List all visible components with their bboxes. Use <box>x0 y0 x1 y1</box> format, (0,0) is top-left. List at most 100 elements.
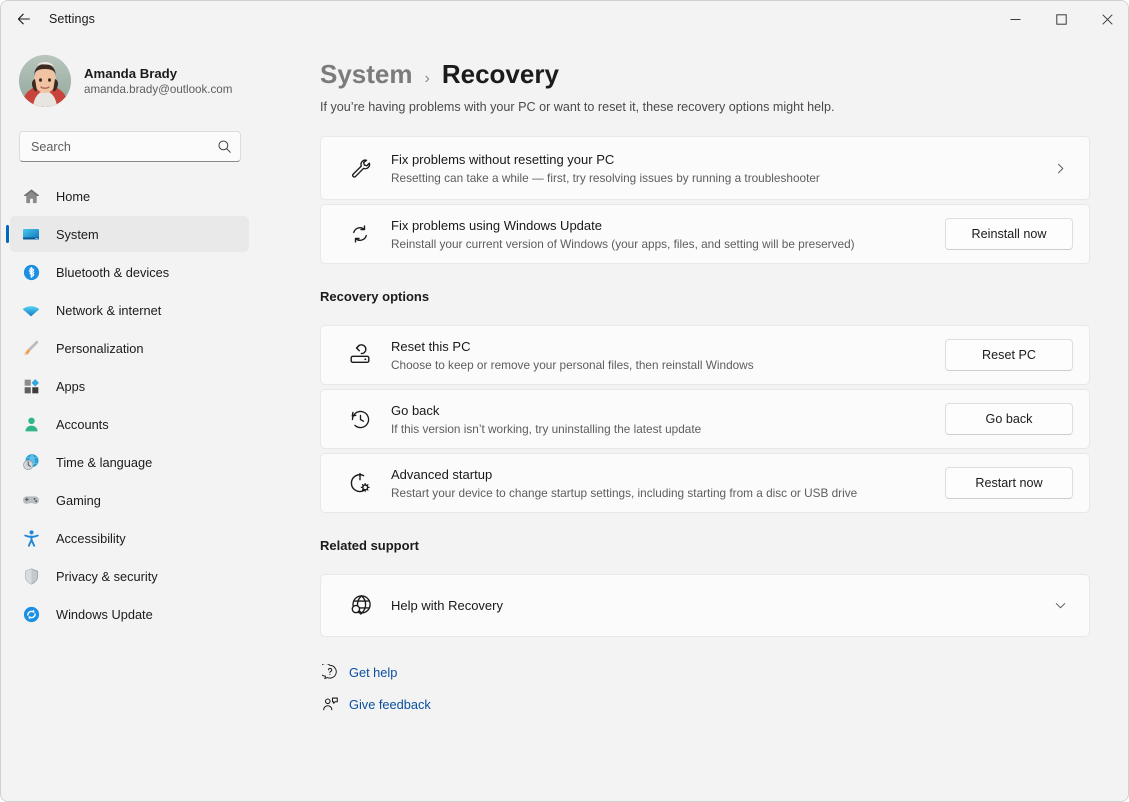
card-text: Help with Recovery <box>391 585 1054 627</box>
settings-window: Settings <box>0 0 1129 802</box>
card-title: Advanced startup <box>391 465 945 484</box>
sidebar-item-home[interactable]: Home <box>10 178 249 214</box>
card-help-with-recovery[interactable]: Help with Recovery <box>320 574 1090 637</box>
reset-pc-icon <box>343 343 377 367</box>
reset-pc-button[interactable]: Reset PC <box>945 339 1073 371</box>
close-button[interactable] <box>1084 1 1129 37</box>
page-title: Recovery <box>442 59 559 90</box>
go-back-button[interactable]: Go back <box>945 403 1073 435</box>
account-name: Amanda Brady <box>84 65 232 82</box>
restart-now-button[interactable]: Restart now <box>945 467 1073 499</box>
search-box[interactable] <box>19 131 241 162</box>
maximize-icon <box>1056 14 1067 25</box>
card-subtitle: Choose to keep or remove your personal f… <box>391 357 945 374</box>
chevron-down-icon[interactable] <box>1054 599 1067 612</box>
card-title: Fix problems using Windows Update <box>391 216 945 235</box>
breadcrumb-parent[interactable]: System <box>320 59 413 90</box>
sidebar-item-time-language[interactable]: Time & language <box>10 444 249 480</box>
sidebar-item-label: Network & internet <box>56 303 161 318</box>
sidebar-item-accessibility[interactable]: Accessibility <box>10 520 249 556</box>
card-go-back: Go back If this version isn’t working, t… <box>320 389 1090 449</box>
wifi-icon <box>14 300 48 320</box>
sidebar-nav: Home System <box>1 178 261 632</box>
sidebar-item-label: Accessibility <box>56 531 126 546</box>
card-action: Restart now <box>945 467 1073 499</box>
minimize-button[interactable] <box>992 1 1038 37</box>
maximize-button[interactable] <box>1038 1 1084 37</box>
get-help-link[interactable]: Get help <box>320 659 397 685</box>
magnifier-icon <box>217 139 232 154</box>
sidebar-item-personalization[interactable]: Personalization <box>10 330 249 366</box>
sidebar-item-bluetooth-devices[interactable]: Bluetooth & devices <box>10 254 249 290</box>
sidebar-item-label: Time & language <box>56 455 152 470</box>
sidebar-item-label: Home <box>56 189 90 204</box>
sidebar-item-label: System <box>56 227 99 242</box>
card-subtitle: Resetting can take a while — first, try … <box>391 170 1054 187</box>
card-advanced-startup: Advanced startup Restart your device to … <box>320 453 1090 513</box>
sidebar-item-gaming[interactable]: Gaming <box>10 482 249 518</box>
close-icon <box>1102 14 1113 25</box>
apps-icon <box>14 377 48 396</box>
card-fix-problems-without-resetting[interactable]: Fix problems without resetting your PC R… <box>320 136 1090 200</box>
sidebar-item-apps[interactable]: Apps <box>10 368 249 404</box>
sidebar-item-label: Windows Update <box>56 607 153 622</box>
sidebar-item-label: Gaming <box>56 493 101 508</box>
back-button[interactable] <box>7 3 41 35</box>
card-text: Fix problems using Windows Update Reinst… <box>391 205 945 264</box>
avatar <box>19 55 71 107</box>
wrench-icon <box>343 157 377 180</box>
sidebar-item-label: Privacy & security <box>56 569 158 584</box>
card-action: Reinstall now <box>945 218 1073 250</box>
sidebar-item-label: Personalization <box>56 341 144 356</box>
app-title: Settings <box>49 12 95 26</box>
card-text: Fix problems without resetting your PC R… <box>391 139 1054 198</box>
refresh-circular-icon <box>343 223 377 245</box>
breadcrumb-separator-icon: › <box>425 70 430 88</box>
account-email: amanda.brady@outlook.com <box>84 82 232 98</box>
card-fix-problems-using-windows-update: Fix problems using Windows Update Reinst… <box>320 204 1090 264</box>
footer-link-label: Give feedback <box>349 697 431 712</box>
search-icon[interactable] <box>217 132 232 161</box>
section-heading-recovery-options: Recovery options <box>320 289 1129 304</box>
shield-icon <box>14 567 48 586</box>
sidebar-item-system[interactable]: System <box>10 216 249 252</box>
sidebar-item-windows-update[interactable]: Windows Update <box>10 596 249 632</box>
sidebar-item-network-internet[interactable]: Network & internet <box>10 292 249 328</box>
minimize-icon <box>1010 14 1021 25</box>
card-subtitle: If this version isn’t working, try unins… <box>391 421 945 438</box>
arrow-left-icon <box>16 11 32 27</box>
page-description: If you’re having problems with your PC o… <box>320 100 1129 114</box>
power-gear-icon <box>343 471 377 495</box>
sidebar: Amanda Brady amanda.brady@outlook.com <box>1 37 261 802</box>
sidebar-item-label: Bluetooth & devices <box>56 265 169 280</box>
title-bar: Settings <box>1 1 1129 37</box>
main-content: System › Recovery If you’re having probl… <box>261 37 1129 802</box>
card-action: Go back <box>945 403 1073 435</box>
account-icon <box>14 415 48 434</box>
section-heading-related-support: Related support <box>320 538 1129 553</box>
home-icon <box>14 187 48 206</box>
history-clock-icon <box>343 408 377 431</box>
card-subtitle: Reinstall your current version of Window… <box>391 236 945 253</box>
card-title: Go back <box>391 401 945 420</box>
sidebar-item-accounts[interactable]: Accounts <box>10 406 249 442</box>
account-block[interactable]: Amanda Brady amanda.brady@outlook.com <box>19 49 261 113</box>
update-icon <box>14 605 48 624</box>
card-subtitle: Restart your device to change startup se… <box>391 485 945 502</box>
system-icon <box>14 224 48 244</box>
reinstall-now-button[interactable]: Reinstall now <box>945 218 1073 250</box>
sidebar-item-privacy-security[interactable]: Privacy & security <box>10 558 249 594</box>
card-text: Go back If this version isn’t working, t… <box>391 390 945 449</box>
feedback-icon <box>320 696 340 713</box>
account-text: Amanda Brady amanda.brady@outlook.com <box>84 65 232 98</box>
card-text: Reset this PC Choose to keep or remove y… <box>391 326 945 385</box>
breadcrumb: System › Recovery <box>320 59 1129 90</box>
window-controls <box>992 1 1129 37</box>
card-title: Reset this PC <box>391 337 945 356</box>
card-reset-this-pc: Reset this PC Choose to keep or remove y… <box>320 325 1090 385</box>
paintbrush-icon <box>14 338 48 358</box>
bluetooth-icon <box>14 263 48 282</box>
card-text: Advanced startup Restart your device to … <box>391 454 945 513</box>
search-input[interactable] <box>20 132 202 161</box>
give-feedback-link[interactable]: Give feedback <box>320 691 431 717</box>
